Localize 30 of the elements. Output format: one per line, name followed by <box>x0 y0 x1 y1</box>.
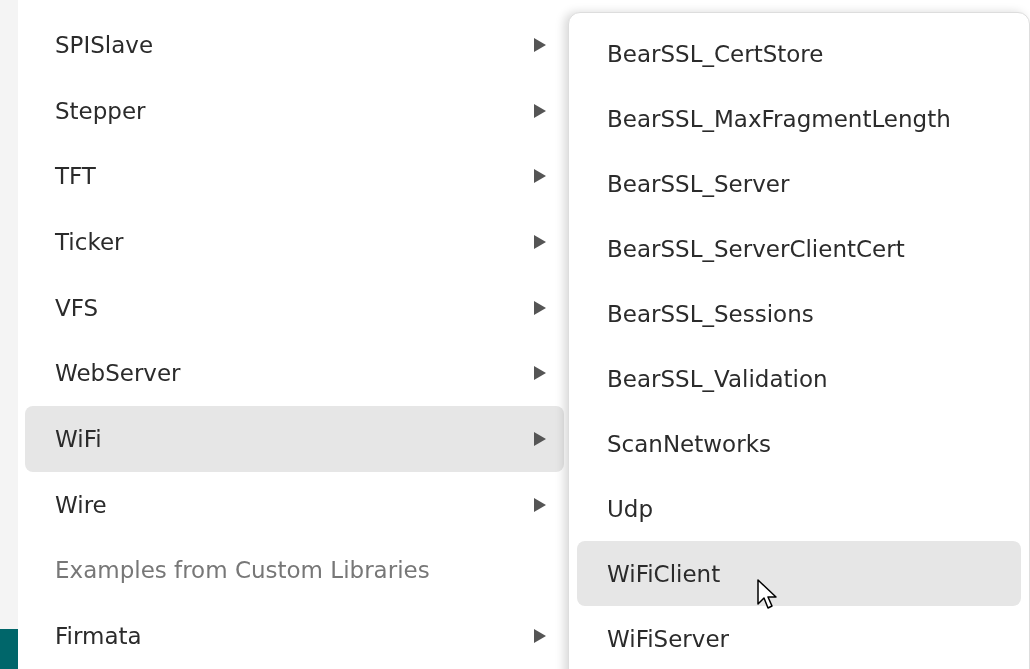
submenu-item[interactable]: Udp <box>577 476 1021 541</box>
menu-item[interactable]: Wire <box>25 471 564 538</box>
submenu-arrow-icon <box>534 629 546 644</box>
menu-item[interactable]: VFS <box>25 274 564 341</box>
submenu-item[interactable]: BearSSL_Validation <box>577 346 1021 411</box>
submenu-arrow-icon <box>534 234 546 249</box>
submenu-arrow-icon <box>534 300 546 315</box>
submenu-item[interactable]: ScanNetworks <box>577 411 1021 476</box>
submenu-item[interactable]: WiFiServer <box>577 606 1021 669</box>
menu-section-header: Examples from Custom Libraries <box>54 556 431 586</box>
submenu-item[interactable]: BearSSL_MaxFragmentLength <box>577 86 1021 151</box>
submenu-arrow-icon <box>534 103 546 118</box>
submenu-item[interactable]: BearSSL_ServerClientCert <box>577 216 1021 281</box>
submenu-item[interactable]: BearSSL_Server <box>577 151 1021 216</box>
menu-item[interactable]: SPISlave <box>25 12 564 78</box>
submenu-arrow-icon <box>534 366 546 381</box>
menu-item[interactable]: Stepper <box>25 77 564 144</box>
submenu-arrow-icon <box>534 169 546 184</box>
menu-item[interactable]: TFT <box>25 143 564 210</box>
submenu-item[interactable]: WiFiClient <box>577 541 1021 606</box>
menu-item[interactable]: Ticker <box>25 209 564 275</box>
submenu-arrow-icon <box>534 432 546 447</box>
menu-item[interactable]: Firmata <box>25 603 564 669</box>
submenu-arrow-icon <box>534 37 546 52</box>
submenu-item[interactable]: BearSSL_CertStore <box>577 21 1021 86</box>
menu-item[interactable]: WiFi <box>25 406 564 472</box>
submenu-item[interactable]: BearSSL_Sessions <box>577 281 1021 346</box>
menu-item[interactable]: WebServer <box>25 340 564 407</box>
mouse-pointer-icon <box>757 579 779 611</box>
submenu-arrow-icon <box>534 497 546 512</box>
